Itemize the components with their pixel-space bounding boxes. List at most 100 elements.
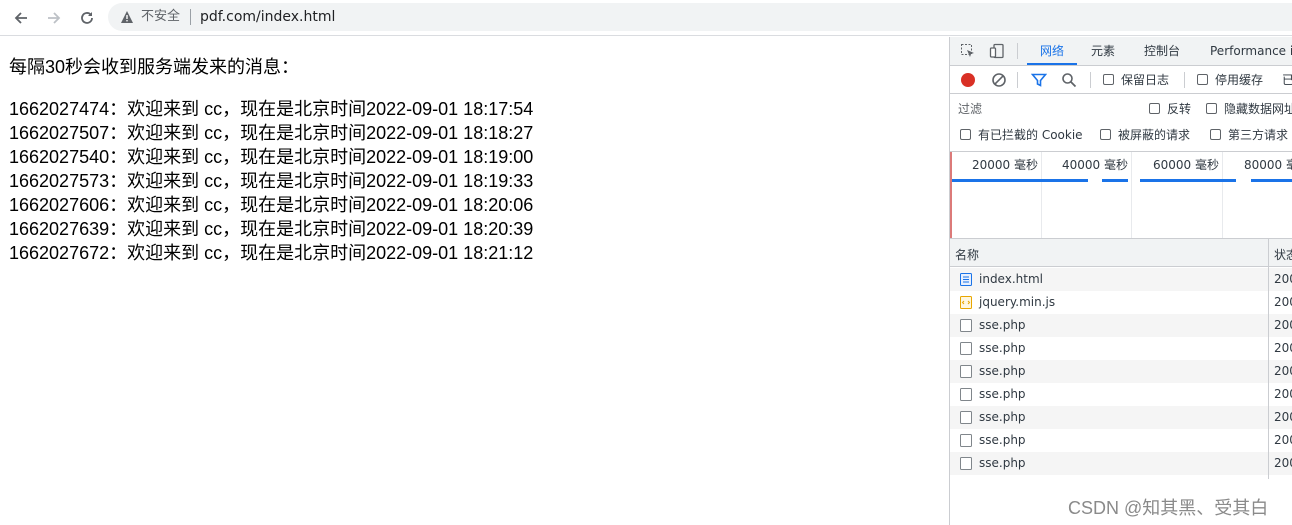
request-name: sse.php xyxy=(979,318,1026,332)
third-party-checkbox[interactable] xyxy=(1210,129,1221,140)
request-row[interactable]: index.html 200 xyxy=(950,268,1292,291)
inspect-element-icon[interactable] xyxy=(960,43,976,59)
timeline-activity-bar xyxy=(1251,179,1292,182)
disable-cache-label: 停用缓存 xyxy=(1215,73,1264,87)
file-icon xyxy=(960,388,972,401)
request-status: 200 xyxy=(1274,456,1292,470)
request-row[interactable]: sse.php 200 xyxy=(950,314,1292,337)
request-status: 200 xyxy=(1274,295,1292,309)
column-divider[interactable] xyxy=(1268,239,1269,479)
devtools-panel: 网络 元素 控制台 Performance in 保留日志 停用缓存 已 反转 … xyxy=(949,37,1292,525)
back-arrow-icon xyxy=(14,12,27,24)
reload-button[interactable] xyxy=(75,6,99,30)
request-name: sse.php xyxy=(979,364,1026,378)
file-icon xyxy=(960,319,972,332)
third-party-label: 第三方请求 xyxy=(1228,128,1289,142)
message-line: 1662027672：欢迎来到 cc，现在是北京时间2022-09-01 18:… xyxy=(9,243,534,263)
request-name: sse.php xyxy=(979,433,1026,447)
message-line: 1662027474：欢迎来到 cc，现在是北京时间2022-09-01 18:… xyxy=(9,99,534,119)
script-icon xyxy=(960,296,972,309)
blocked-requests-checkbox[interactable] xyxy=(1100,129,1111,140)
warning-icon xyxy=(121,11,133,23)
address-separator xyxy=(190,9,191,25)
request-row[interactable]: jquery.min.js 200 xyxy=(950,291,1292,314)
forward-arrow-icon xyxy=(48,12,61,24)
throttling-select[interactable]: 已 xyxy=(1282,73,1292,87)
preserve-log-checkbox[interactable] xyxy=(1103,74,1114,85)
request-status: 200 xyxy=(1274,364,1292,378)
message-line: 1662027639：欢迎来到 cc，现在是北京时间2022-09-01 18:… xyxy=(9,219,534,239)
request-status: 200 xyxy=(1274,341,1292,355)
invert-label: 反转 xyxy=(1167,102,1192,116)
request-row[interactable]: sse.php 200 xyxy=(950,360,1292,383)
timeline-marker xyxy=(950,152,952,238)
devtools-tab-bar: 网络 元素 控制台 Performance in xyxy=(950,37,1292,66)
request-row[interactable]: sse.php 200 xyxy=(950,383,1292,406)
request-name: sse.php xyxy=(979,387,1026,401)
request-status: 200 xyxy=(1274,272,1292,286)
forward-button[interactable] xyxy=(42,6,66,30)
timeline-gridline xyxy=(1041,152,1042,238)
file-icon xyxy=(960,457,972,470)
tab-performance-insights[interactable]: Performance in xyxy=(1210,37,1292,65)
toolbar-divider xyxy=(1090,72,1091,88)
blocked-cookies-label: 有已拦截的 Cookie xyxy=(978,128,1083,142)
address-bar[interactable]: 不安全 pdf.com/index.html xyxy=(108,3,1292,31)
page-heading: 每隔30秒会收到服务端发来的消息： xyxy=(9,57,300,77)
file-icon xyxy=(960,365,972,378)
request-name: sse.php xyxy=(979,410,1026,424)
invert-checkbox[interactable] xyxy=(1149,103,1160,114)
timeline-activity-bar xyxy=(1140,179,1236,182)
network-toolbar: 保留日志 停用缓存 已 xyxy=(950,66,1292,94)
request-row[interactable]: sse.php 200 xyxy=(950,406,1292,429)
record-icon[interactable] xyxy=(961,73,975,87)
toolbar-divider xyxy=(1184,72,1185,88)
blocked-cookies-checkbox[interactable] xyxy=(960,129,971,140)
file-icon xyxy=(960,411,972,424)
message-line: 1662027507：欢迎来到 cc，现在是北京时间2022-09-01 18:… xyxy=(9,123,534,143)
url-text[interactable]: pdf.com/index.html xyxy=(200,8,335,26)
filter-input[interactable] xyxy=(952,99,1136,119)
message-list: 1662027474：欢迎来到 cc，现在是北京时间2022-09-01 18:… xyxy=(9,97,533,265)
hide-data-urls-label: 隐藏数据网址 xyxy=(1224,102,1292,116)
filter-icon[interactable] xyxy=(1031,72,1047,88)
preserve-log-label: 保留日志 xyxy=(1121,73,1170,87)
blocked-requests-label: 被屏蔽的请求 xyxy=(1118,128,1191,142)
reload-icon xyxy=(81,12,93,24)
device-toolbar-icon[interactable] xyxy=(989,43,1005,59)
back-button[interactable] xyxy=(9,6,33,30)
filter-bar: 反转 隐藏数据网址 有已拦截的 Cookie 被屏蔽的请求 第三方请求 xyxy=(950,94,1292,152)
security-status[interactable]: 不安全 xyxy=(141,9,180,25)
search-icon[interactable] xyxy=(1061,72,1077,88)
clear-icon[interactable] xyxy=(991,72,1007,88)
document-icon xyxy=(960,273,972,286)
request-name: sse.php xyxy=(979,456,1026,470)
watermark: CSDN @知其黑、受其白 xyxy=(1068,498,1269,518)
message-line: 1662027540：欢迎来到 cc，现在是北京时间2022-09-01 18:… xyxy=(9,147,534,167)
timeline-tick-label: 60000 毫秒 xyxy=(1153,158,1219,172)
request-name: index.html xyxy=(979,272,1043,286)
tab-console[interactable]: 控制台 xyxy=(1144,37,1180,65)
request-name: jquery.min.js xyxy=(979,295,1056,309)
request-status: 200 xyxy=(1274,318,1292,332)
request-row[interactable]: sse.php 200 xyxy=(950,337,1292,360)
tab-elements[interactable]: 元素 xyxy=(1091,37,1115,65)
request-status: 200 xyxy=(1274,387,1292,401)
message-line: 1662027606：欢迎来到 cc，现在是北京时间2022-09-01 18:… xyxy=(9,195,534,215)
network-overview[interactable]: 20000 毫秒 40000 毫秒 60000 毫秒 80000 毫 xyxy=(950,152,1292,239)
column-header-status[interactable]: 状态 xyxy=(1274,246,1292,263)
disable-cache-checkbox[interactable] xyxy=(1197,74,1208,85)
timeline-tick-label: 40000 毫秒 xyxy=(1062,158,1128,172)
tab-network[interactable]: 网络 xyxy=(1027,37,1077,65)
column-header-name[interactable]: 名称 xyxy=(955,246,979,263)
request-name: sse.php xyxy=(979,341,1026,355)
hide-data-urls-checkbox[interactable] xyxy=(1206,103,1217,114)
request-row[interactable]: sse.php 200 xyxy=(950,452,1292,475)
browser-toolbar: 不安全 pdf.com/index.html xyxy=(0,0,1292,36)
file-icon xyxy=(960,434,972,447)
message-line: 1662027573：欢迎来到 cc，现在是北京时间2022-09-01 18:… xyxy=(9,171,534,191)
timeline-tick-label: 20000 毫秒 xyxy=(972,158,1038,172)
request-row[interactable]: sse.php 200 xyxy=(950,429,1292,452)
request-status: 200 xyxy=(1274,433,1292,447)
request-table-header: 名称 状态 xyxy=(950,239,1292,267)
